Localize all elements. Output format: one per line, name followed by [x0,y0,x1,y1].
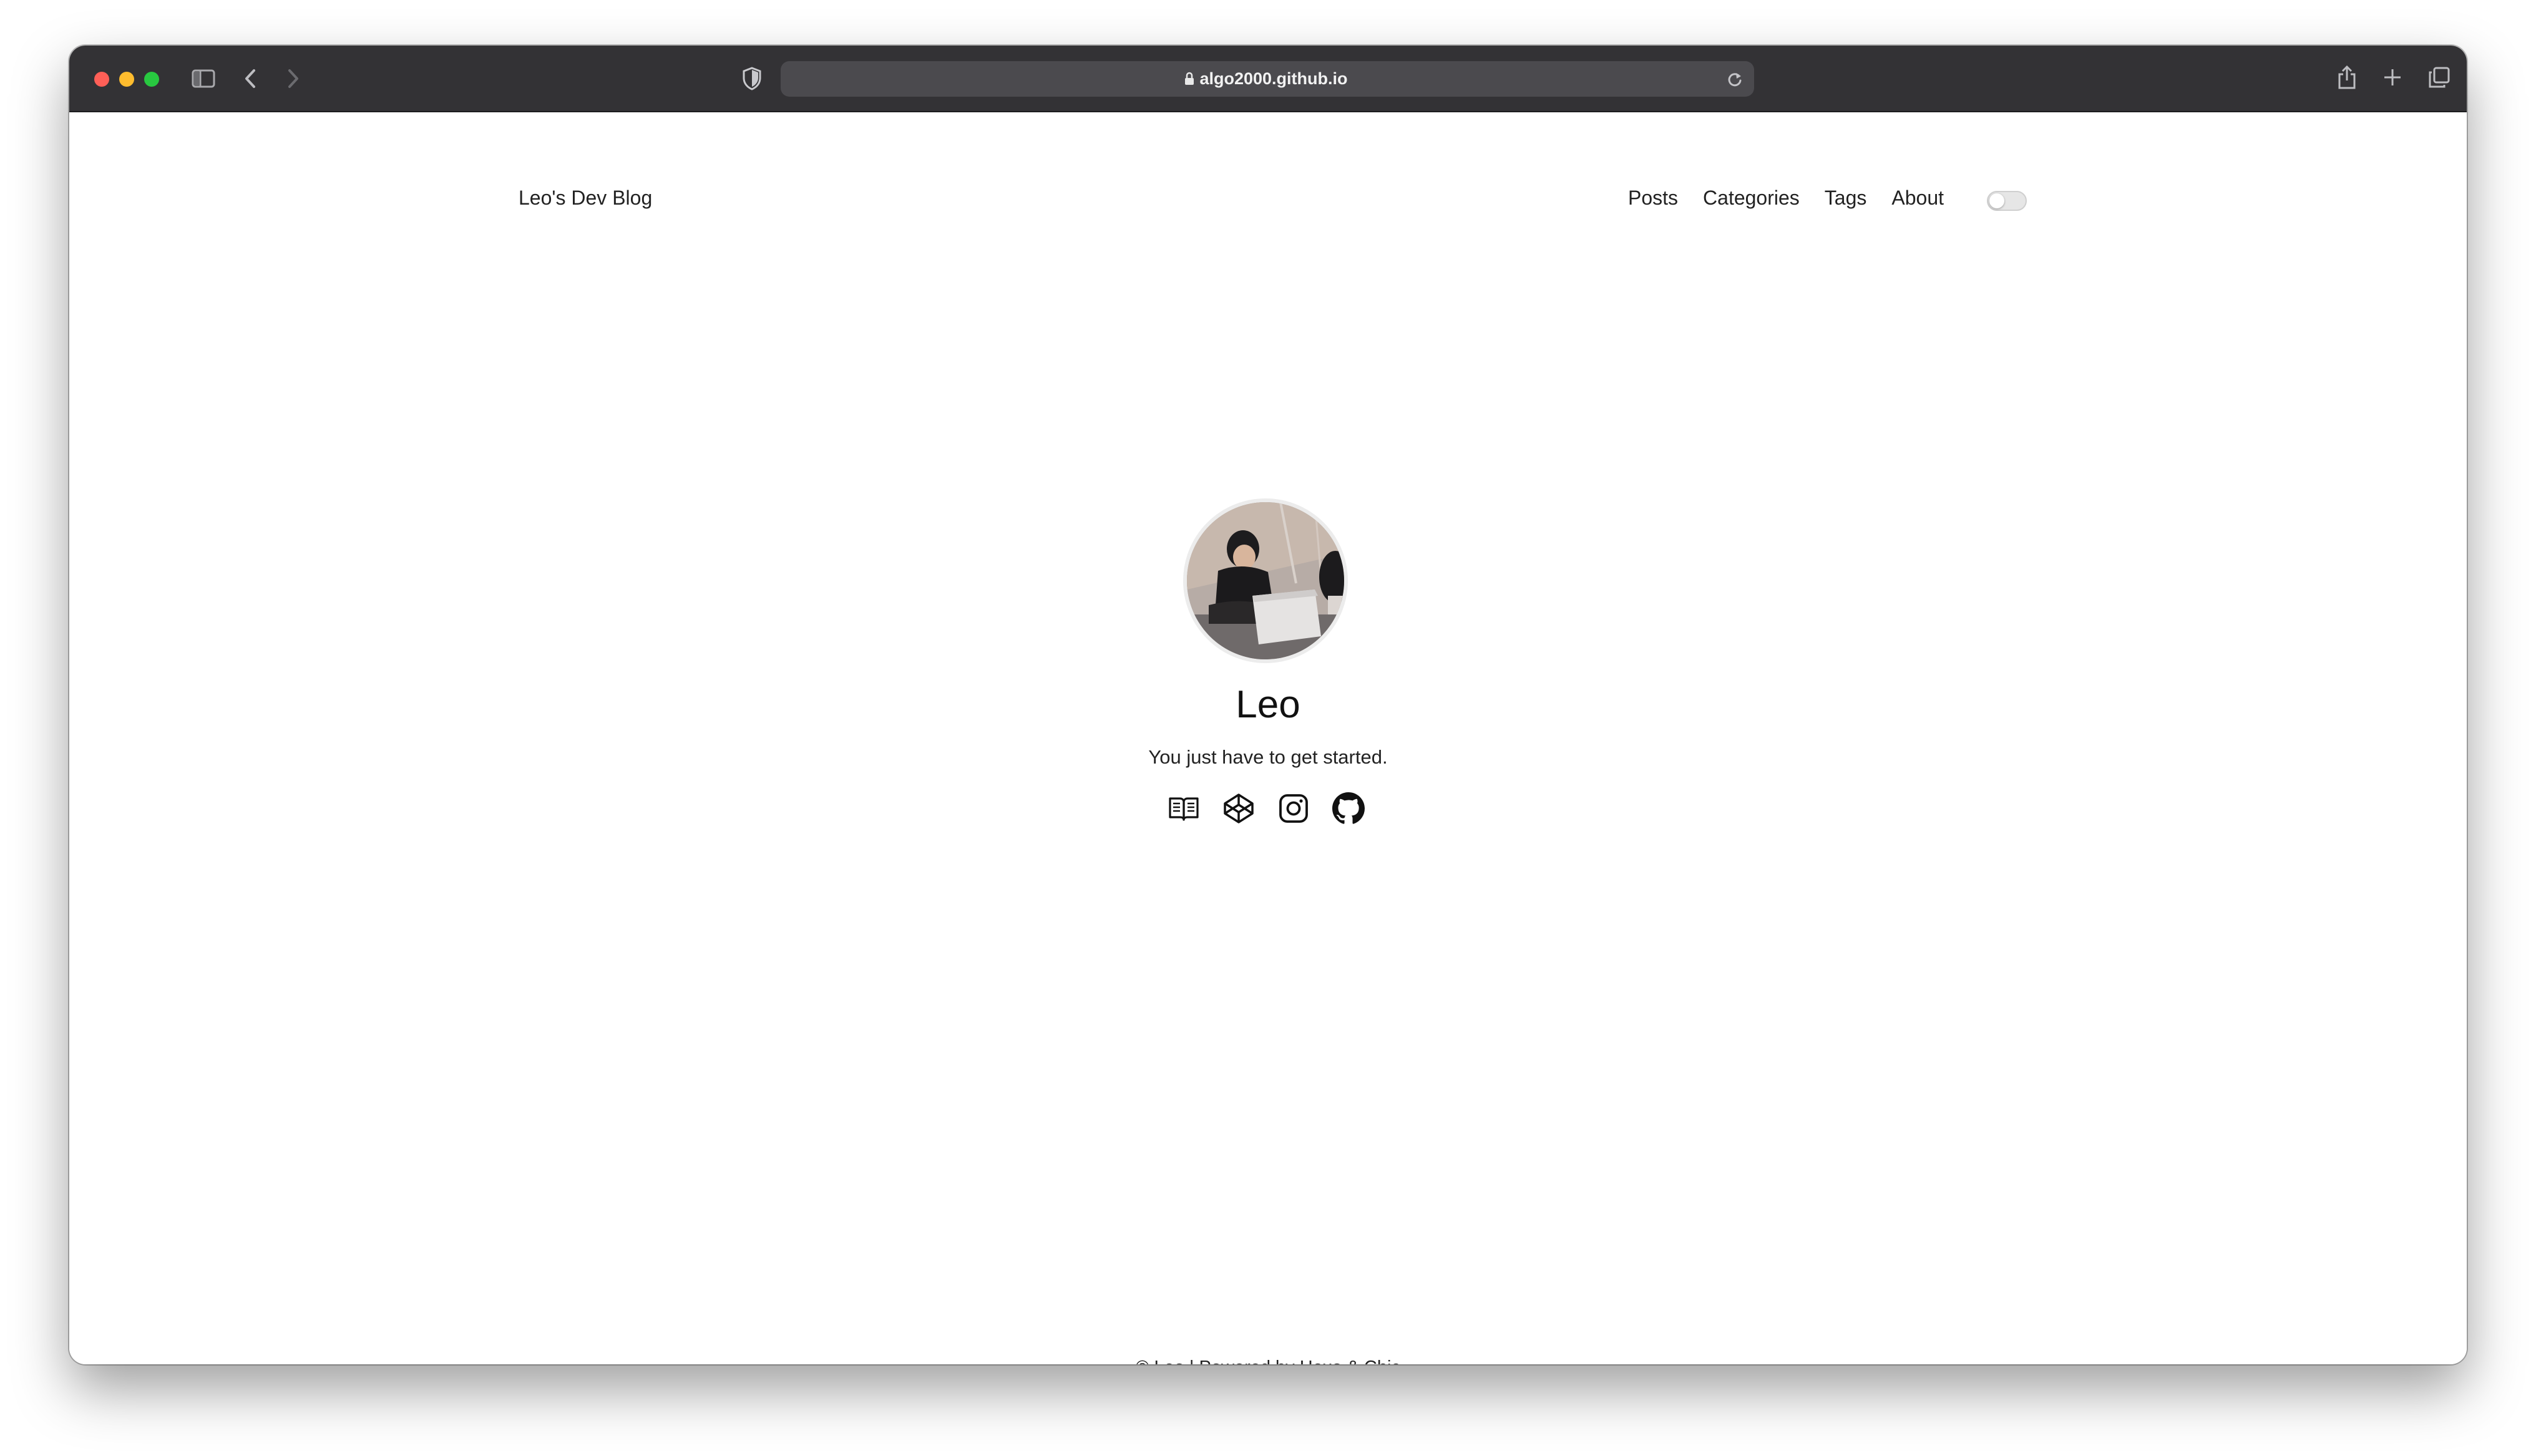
address-bar[interactable]: algo2000.github.io [781,61,1754,97]
profile-tagline: You just have to get started. [1148,746,1388,768]
nav-categories-link[interactable]: Categories [1703,187,1800,210]
site-brand-link[interactable]: Leo's Dev Blog [519,187,652,210]
toggle-knob [1989,193,2004,208]
footer-hexo-link[interactable]: Hexo [1300,1357,1342,1364]
page-footer: © Leo | Powered by Hexo & Chic [69,1357,2467,1364]
social-links [1168,792,1365,825]
footer-copyright: © Leo [1136,1357,1184,1364]
codepen-icon[interactable] [1222,792,1255,825]
main-nav: Posts Categories Tags About [1628,187,1944,210]
dark-mode-toggle[interactable] [1987,191,2027,211]
nav-posts-link[interactable]: Posts [1628,187,1678,210]
profile-name: Leo [1236,683,1300,726]
footer-amp: & [1347,1357,1359,1364]
avatar [1183,498,1348,663]
browser-window: algo2000.github.io Leo's Dev Blog Posts … [69,46,2467,1364]
nav-about-link[interactable]: About [1891,187,1944,210]
avatar-photo [1187,502,1344,659]
github-icon[interactable] [1332,792,1365,825]
nav-tags-link[interactable]: Tags [1825,187,1867,210]
sidebar-toggle-icon[interactable] [192,69,215,88]
new-tab-icon[interactable] [2382,67,2402,87]
minimize-window-button[interactable] [119,72,134,87]
forward-icon[interactable] [286,68,301,89]
instagram-icon[interactable] [1277,792,1310,825]
close-window-button[interactable] [94,72,109,87]
privacy-shield-icon[interactable] [742,67,762,90]
footer-separator: | [1189,1357,1194,1364]
reload-icon[interactable] [1727,70,1743,91]
maximize-window-button[interactable] [144,72,159,87]
share-icon[interactable] [2337,64,2357,90]
tab-overview-icon[interactable] [2428,66,2451,89]
book-icon[interactable] [1168,792,1200,825]
back-icon[interactable] [243,68,258,89]
browser-toolbar: algo2000.github.io [69,46,2467,112]
url-text: algo2000.github.io [1199,69,1348,88]
footer-powered-by: Powered by [1199,1357,1295,1364]
web-page: Leo's Dev Blog Posts Categories Tags Abo… [69,114,2467,1364]
footer-chic-link[interactable]: Chic [1364,1357,1400,1364]
